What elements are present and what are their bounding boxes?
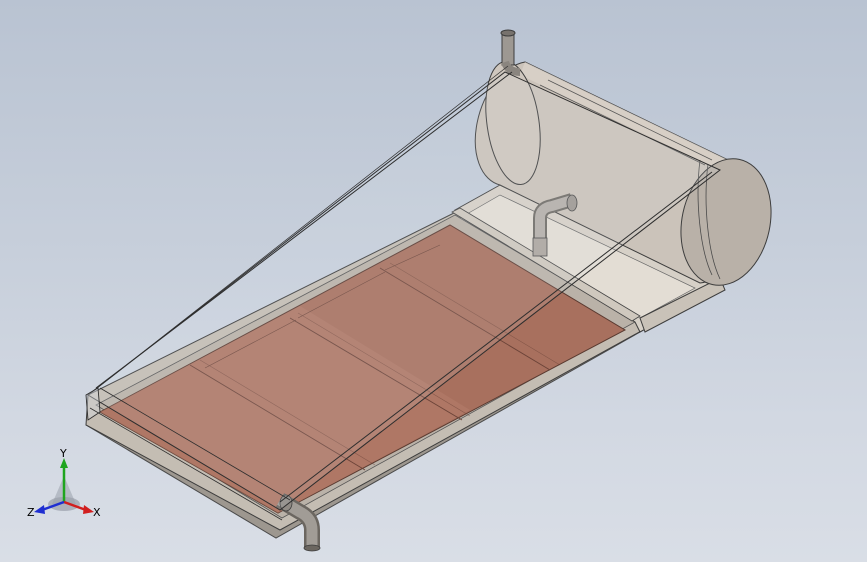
view-orientation-triad[interactable]: Y X Z <box>24 448 104 528</box>
x-axis-label: X <box>93 506 101 519</box>
solar-water-heater-model[interactable] <box>0 0 867 562</box>
z-axis-arrowhead-icon <box>34 505 45 514</box>
z-axis-label: Z <box>27 506 35 519</box>
y-axis-label: Y <box>59 448 67 460</box>
graphics-viewport[interactable]: Y X Z <box>0 0 867 562</box>
